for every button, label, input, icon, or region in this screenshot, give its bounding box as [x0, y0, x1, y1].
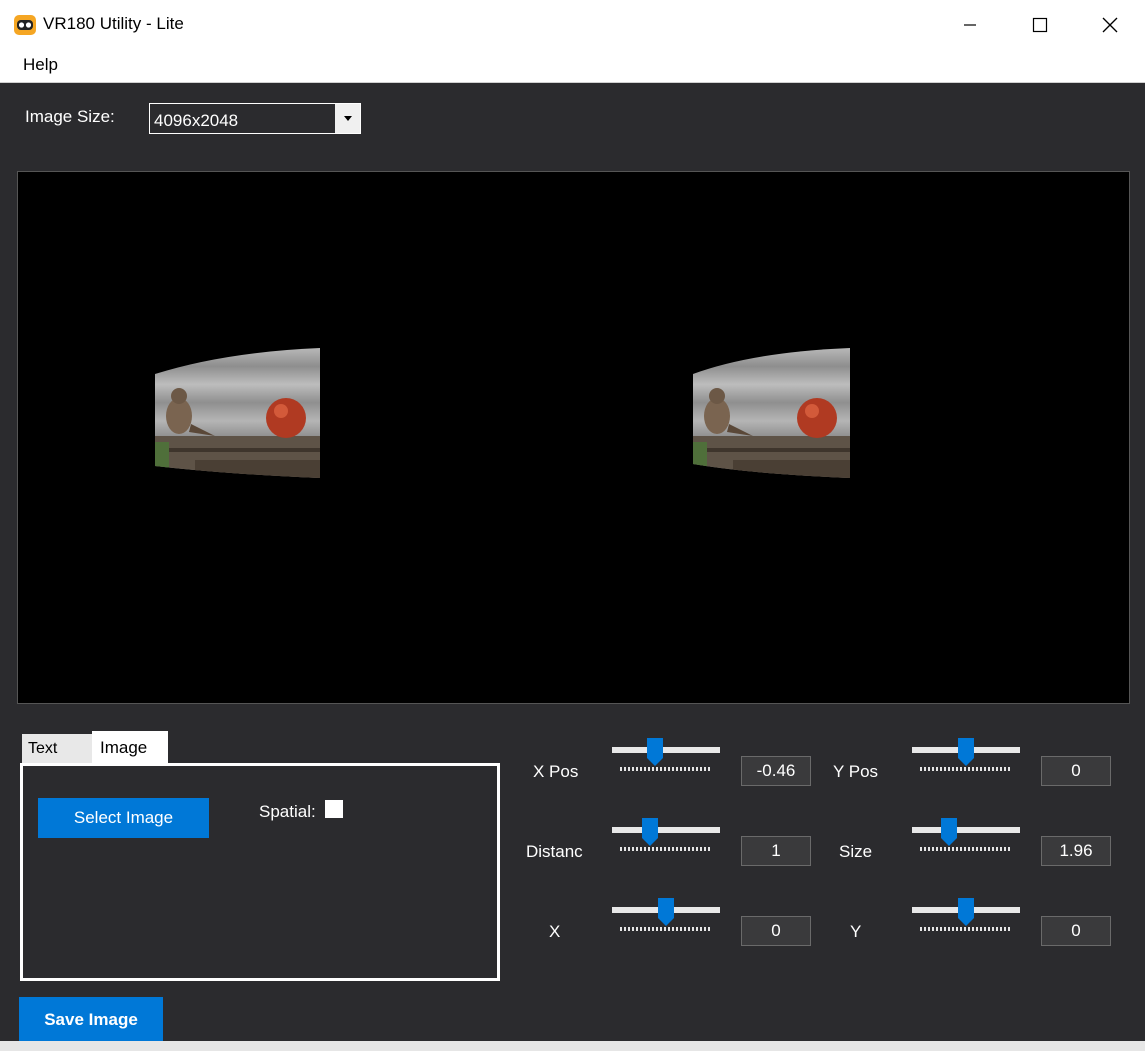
slider-ticks — [620, 847, 712, 851]
close-button[interactable] — [1075, 0, 1145, 50]
size-value[interactable]: 1.96 — [1041, 836, 1111, 866]
y-pos-label: Y Pos — [833, 762, 879, 781]
tab-text[interactable]: Text — [22, 734, 92, 764]
tab-image-label: Image — [100, 738, 148, 757]
y-value[interactable]: 0 — [1041, 916, 1111, 946]
save-image-button[interactable]: Save Image — [19, 997, 163, 1042]
size-label: Size — [839, 842, 873, 861]
image-tab-panel — [20, 763, 500, 981]
tab-text-label: Text — [28, 740, 58, 757]
spatial-label: Spatial: — [259, 802, 316, 821]
slider-ticks — [620, 927, 712, 931]
chevron-down-icon — [343, 116, 352, 121]
size-slider[interactable] — [912, 818, 1022, 858]
slider-track — [612, 827, 720, 833]
y-label: Y — [850, 922, 862, 941]
desktop-background-strip — [0, 1041, 1145, 1051]
y-pos-value[interactable]: 0 — [1041, 756, 1111, 786]
overlay-image-left — [155, 348, 321, 478]
minimize-button[interactable] — [935, 0, 1005, 50]
overlay-image-right — [693, 348, 859, 478]
slider-thumb[interactable] — [958, 738, 974, 766]
slider-track — [612, 747, 720, 753]
window-title: VR180 Utility - Lite — [43, 14, 184, 33]
x-pos-value[interactable]: -0.46 — [741, 756, 811, 786]
tab-image[interactable]: Image — [92, 731, 168, 765]
slider-ticks — [920, 927, 1012, 931]
slider-ticks — [920, 847, 1012, 851]
menu-item-help[interactable]: Help — [21, 55, 60, 75]
maximize-button[interactable] — [1005, 0, 1075, 50]
y-slider[interactable] — [912, 898, 1022, 938]
slider-thumb[interactable] — [958, 898, 974, 926]
minimize-icon — [964, 24, 976, 26]
menu-bar — [0, 50, 1145, 83]
spatial-checkbox[interactable] — [325, 800, 343, 818]
slider-ticks — [620, 767, 712, 771]
close-icon — [1102, 17, 1118, 33]
slider-thumb[interactable] — [642, 818, 658, 846]
distance-value[interactable]: 1 — [741, 836, 811, 866]
x-slider[interactable] — [612, 898, 722, 938]
distance-slider[interactable] — [612, 818, 722, 858]
maximize-icon — [1032, 17, 1048, 33]
distance-label: Distanc — [526, 842, 583, 861]
slider-track — [912, 827, 1020, 833]
y-pos-slider[interactable] — [912, 738, 1022, 778]
slider-thumb[interactable] — [941, 818, 957, 846]
vr-headset-icon — [14, 14, 36, 36]
image-size-label: Image Size: — [25, 107, 115, 126]
x-label: X — [549, 922, 561, 941]
dropdown-arrow-button[interactable] — [335, 104, 360, 133]
select-image-button[interactable]: Select Image — [38, 798, 209, 838]
slider-ticks — [920, 767, 1012, 771]
slider-thumb[interactable] — [647, 738, 663, 766]
x-value[interactable]: 0 — [741, 916, 811, 946]
x-pos-slider[interactable] — [612, 738, 722, 778]
slider-thumb[interactable] — [658, 898, 674, 926]
image-size-selected-value: 4096x2048 — [154, 111, 239, 130]
x-pos-label: X Pos — [533, 762, 579, 781]
